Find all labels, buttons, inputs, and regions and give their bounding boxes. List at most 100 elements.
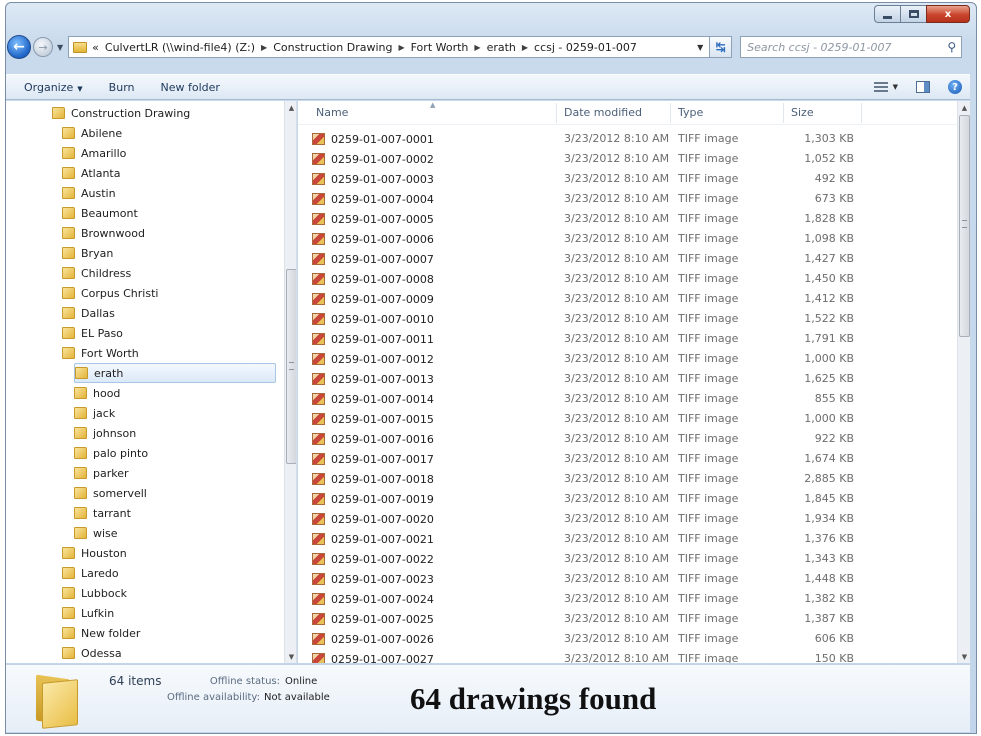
breadcrumb-item[interactable]: ccsj - 0259-01-007 — [534, 41, 637, 54]
table-row[interactable]: 0259-01-007-0011 3/23/2012 8:10 AM TIFF im… — [312, 329, 872, 349]
file-list-scrollbar[interactable]: ▲ ▼ — [957, 101, 970, 663]
breadcrumb-item[interactable]: CulvertLR (\\wind-file4) (Z:) — [105, 41, 255, 54]
table-row[interactable]: 0259-01-007-0021 3/23/2012 8:10 AM TIFF im… — [312, 529, 872, 549]
column-header-date[interactable]: Date modified — [564, 106, 642, 119]
table-row[interactable]: 0259-01-007-0006 3/23/2012 8:10 AM TIFF im… — [312, 229, 872, 249]
table-row[interactable]: 0259-01-007-0001 3/23/2012 8:10 AM TIFF im… — [312, 129, 872, 149]
tree-item[interactable]: Odessa — [62, 643, 122, 663]
table-row[interactable]: 0259-01-007-0013 3/23/2012 8:10 AM TIFF im… — [312, 369, 872, 389]
table-row[interactable]: 0259-01-007-0004 3/23/2012 8:10 AM TIFF im… — [312, 189, 872, 209]
tree-item[interactable]: Construction Drawing — [52, 103, 190, 123]
scroll-down-arrow-icon[interactable]: ▼ — [285, 650, 296, 663]
tree-item[interactable]: Amarillo — [62, 143, 126, 163]
column-divider[interactable] — [670, 103, 671, 123]
tree-item[interactable]: Beaumont — [62, 203, 138, 223]
tree-item[interactable]: Atlanta — [62, 163, 120, 183]
tree-item[interactable]: Childress — [62, 263, 131, 283]
tree-item[interactable]: Abilene — [62, 123, 122, 143]
tree-item[interactable]: somervell — [74, 483, 147, 503]
table-row[interactable]: 0259-01-007-0018 3/23/2012 8:10 AM TIFF im… — [312, 469, 872, 489]
file-name: 0259-01-007-0014 — [331, 392, 434, 406]
tree-item[interactable]: johnson — [74, 423, 136, 443]
views-dropdown[interactable]: ▼ — [893, 83, 898, 91]
chevron-right-icon[interactable]: ▶ — [261, 43, 267, 52]
table-row[interactable]: 0259-01-007-0016 3/23/2012 8:10 AM TIFF im… — [312, 429, 872, 449]
search-input[interactable]: Search ccsj - 0259-01-007 ⚲ — [740, 36, 963, 58]
column-divider[interactable] — [556, 103, 557, 123]
breadcrumb-overflow[interactable]: « — [92, 41, 99, 54]
table-row[interactable]: 0259-01-007-0023 3/23/2012 8:10 AM TIFF im… — [312, 569, 872, 589]
close-button[interactable]: x — [926, 5, 970, 23]
breadcrumb-item[interactable]: Construction Drawing — [273, 41, 392, 54]
tree-item[interactable]: Brownwood — [62, 223, 145, 243]
table-row[interactable]: 0259-01-007-0017 3/23/2012 8:10 AM TIFF im… — [312, 449, 872, 469]
tree-item[interactable]: tarrant — [74, 503, 131, 523]
organize-menu[interactable]: Organize ▼ — [24, 81, 83, 94]
scroll-up-arrow-icon[interactable]: ▲ — [958, 101, 970, 114]
column-header-size[interactable]: Size — [791, 106, 814, 119]
tree-item[interactable]: EL Paso — [62, 323, 123, 343]
column-header-name[interactable]: Name — [316, 106, 348, 119]
column-header-type[interactable]: Type — [678, 106, 703, 119]
address-history-dropdown[interactable]: ▼ — [691, 37, 709, 57]
tree-item[interactable]: palo pinto — [74, 443, 148, 463]
tree-item[interactable]: Bryan — [62, 243, 113, 263]
column-divider[interactable] — [861, 103, 862, 123]
minimize-button[interactable] — [874, 5, 900, 23]
table-row[interactable]: 0259-01-007-0003 3/23/2012 8:10 AM TIFF im… — [312, 169, 872, 189]
tree-item[interactable]: Lubbock — [62, 583, 127, 603]
chevron-right-icon[interactable]: ▶ — [522, 43, 528, 52]
tree-item[interactable]: Austin — [62, 183, 116, 203]
chevron-right-icon[interactable]: ▶ — [474, 43, 480, 52]
tree-item[interactable]: Fort Worth — [62, 343, 139, 363]
search-icon[interactable]: ⚲ — [947, 40, 956, 54]
table-row[interactable]: 0259-01-007-0020 3/23/2012 8:10 AM TIFF im… — [312, 509, 872, 529]
table-row[interactable]: 0259-01-007-0025 3/23/2012 8:10 AM TIFF im… — [312, 609, 872, 629]
tree-item[interactable]: Lufkin — [62, 603, 114, 623]
table-row[interactable]: 0259-01-007-0010 3/23/2012 8:10 AM TIFF im… — [312, 309, 872, 329]
tree-item[interactable]: erath — [74, 363, 276, 383]
table-row[interactable]: 0259-01-007-0007 3/23/2012 8:10 AM TIFF im… — [312, 249, 872, 269]
column-divider[interactable] — [783, 103, 784, 123]
tree-item[interactable]: Laredo — [62, 563, 119, 583]
recent-pages-dropdown[interactable]: ▼ — [57, 43, 63, 52]
table-row[interactable]: 0259-01-007-0012 3/23/2012 8:10 AM TIFF im… — [312, 349, 872, 369]
file-list-scrollbar-thumb[interactable] — [959, 115, 970, 337]
chevron-right-icon[interactable]: ▶ — [398, 43, 404, 52]
tree-item[interactable]: Dallas — [62, 303, 115, 323]
breadcrumb-item[interactable]: Fort Worth — [411, 41, 469, 54]
breadcrumb-item[interactable]: erath — [487, 41, 516, 54]
views-icon[interactable] — [873, 82, 888, 92]
table-row[interactable]: 0259-01-007-0015 3/23/2012 8:10 AM TIFF im… — [312, 409, 872, 429]
tree-item[interactable]: jack — [74, 403, 115, 423]
table-row[interactable]: 0259-01-007-0019 3/23/2012 8:10 AM TIFF im… — [312, 489, 872, 509]
burn-button[interactable]: Burn — [109, 81, 135, 94]
table-row[interactable]: 0259-01-007-0024 3/23/2012 8:10 AM TIFF im… — [312, 589, 872, 609]
help-icon[interactable]: ? — [948, 80, 962, 94]
tree-item[interactable]: parker — [74, 463, 129, 483]
nav-scrollbar-thumb[interactable] — [286, 269, 296, 464]
back-button[interactable]: ← — [7, 35, 31, 59]
table-row[interactable]: 0259-01-007-0014 3/23/2012 8:10 AM TIFF im… — [312, 389, 872, 409]
table-row[interactable]: 0259-01-007-0022 3/23/2012 8:10 AM TIFF im… — [312, 549, 872, 569]
tree-item[interactable]: Corpus Christi — [62, 283, 158, 303]
table-row[interactable]: 0259-01-007-0005 3/23/2012 8:10 AM TIFF im… — [312, 209, 872, 229]
tree-item[interactable]: hood — [74, 383, 120, 403]
preview-pane-icon[interactable] — [916, 81, 930, 93]
table-row[interactable]: 0259-01-007-0009 3/23/2012 8:10 AM TIFF im… — [312, 289, 872, 309]
tree-item[interactable]: New folder — [62, 623, 140, 643]
scroll-down-arrow-icon[interactable]: ▼ — [958, 650, 970, 663]
tree-item[interactable]: Houston — [62, 543, 127, 563]
refresh-button[interactable]: ↹ — [710, 36, 733, 58]
table-row[interactable]: 0259-01-007-0002 3/23/2012 8:10 AM TIFF im… — [312, 149, 872, 169]
nav-scrollbar[interactable]: ▲ ▼ — [284, 101, 296, 663]
scroll-up-arrow-icon[interactable]: ▲ — [285, 101, 296, 114]
tree-item[interactable]: wise — [74, 523, 118, 543]
table-row[interactable]: 0259-01-007-0008 3/23/2012 8:10 AM TIFF im… — [312, 269, 872, 289]
address-bar[interactable]: « CulvertLR (\\wind-file4) (Z:) ▶ Constr… — [68, 36, 711, 58]
maximize-button[interactable] — [900, 5, 926, 23]
forward-button[interactable]: → — [33, 37, 53, 57]
new-folder-button[interactable]: New folder — [161, 81, 220, 94]
table-row[interactable]: 0259-01-007-0026 3/23/2012 8:10 AM TIFF im… — [312, 629, 872, 649]
table-row[interactable]: 0259-01-007-0027 3/23/2012 8:10 AM TIFF im… — [312, 649, 872, 663]
